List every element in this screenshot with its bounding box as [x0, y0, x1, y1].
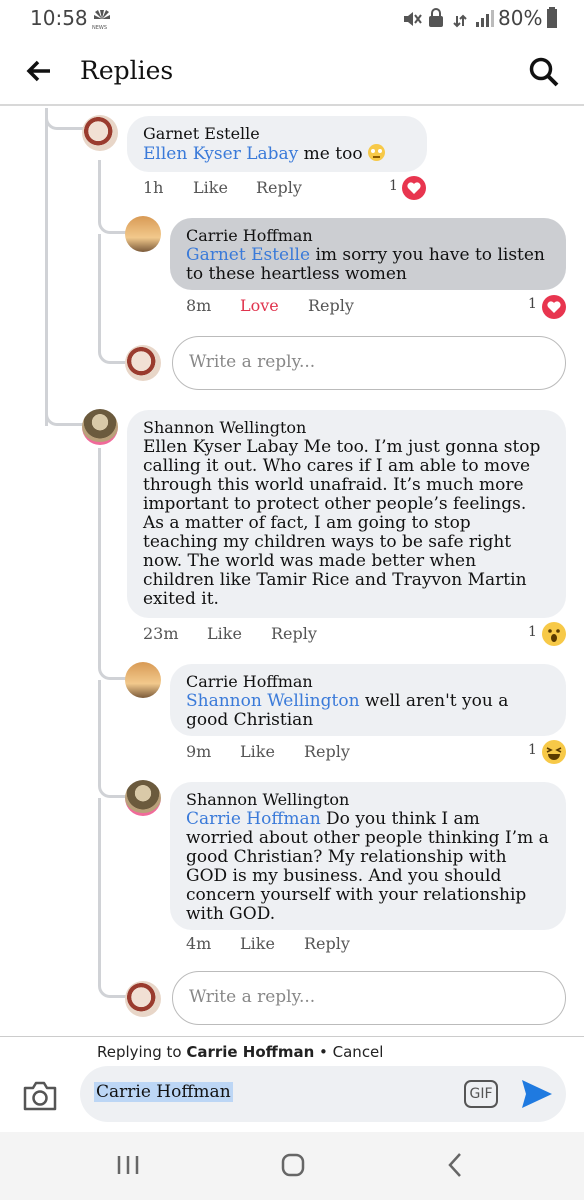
- reply-button[interactable]: Reply: [304, 742, 350, 761]
- comment-text: me too: [298, 144, 363, 164]
- wow-reaction-icon: [542, 622, 566, 646]
- reply-button[interactable]: Reply: [271, 624, 317, 643]
- comment-time: 23m: [143, 624, 179, 643]
- commenter-name[interactable]: Carrie Hoffman: [186, 672, 550, 692]
- mention-link[interactable]: Shannon Wellington: [186, 691, 360, 711]
- thread-line: [98, 448, 126, 680]
- lock-icon: [428, 8, 444, 33]
- comment-time: 4m: [186, 934, 212, 953]
- comment-time: 8m: [186, 296, 212, 315]
- status-bar: 10:58 NEWS 80%: [0, 0, 584, 36]
- like-button[interactable]: Like: [207, 624, 242, 643]
- like-button[interactable]: Like: [240, 934, 275, 953]
- comment-text: Ellen Kyser Labay Me too. I’m just gonna…: [143, 437, 541, 609]
- avatar[interactable]: [125, 780, 161, 816]
- reaction-count: 1: [528, 296, 537, 312]
- commenter-name[interactable]: Carrie Hoffman: [186, 226, 550, 246]
- comment-meta: 8m Love Reply: [186, 296, 486, 316]
- nbc-news-icon: [92, 8, 112, 26]
- header: Replies: [0, 36, 584, 106]
- composer-text[interactable]: Carrie Hoffman: [94, 1082, 233, 1102]
- comment-bubble: Shannon Wellington Ellen Kyser Labay Me …: [127, 410, 566, 618]
- write-reply-input[interactable]: Write a reply...: [172, 971, 566, 1025]
- like-button[interactable]: Like: [240, 742, 275, 761]
- gif-button[interactable]: GIF: [464, 1080, 498, 1108]
- recent-apps-icon[interactable]: [116, 1154, 140, 1180]
- data-icon: [452, 6, 468, 33]
- comment-meta: 1h Like Reply: [143, 178, 443, 198]
- send-icon[interactable]: [520, 1078, 554, 1114]
- search-icon[interactable]: [528, 56, 560, 92]
- comment-bubble: Carrie Hoffman Garnet Estelle im sorry y…: [170, 218, 566, 290]
- nbc-news-label: NEWS: [92, 25, 108, 31]
- like-button[interactable]: Like: [193, 178, 228, 197]
- comment-time: 1h: [143, 178, 164, 197]
- comment-bubble: Garnet Estelle Ellen Kyser Labay me too: [127, 116, 427, 172]
- replying-to-bar: Replying to Carrie Hoffman • Cancel: [0, 1036, 584, 1068]
- status-time: 10:58: [30, 6, 88, 30]
- battery-percent: 80%: [498, 6, 543, 30]
- mute-icon: [402, 9, 422, 33]
- mention-link[interactable]: Ellen Kyser Labay: [143, 144, 298, 164]
- comment-time: 9m: [186, 742, 212, 761]
- comment-composer[interactable]: Carrie Hoffman GIF: [80, 1066, 566, 1122]
- reply-button[interactable]: Reply: [256, 178, 302, 197]
- thread-line: [98, 798, 126, 998]
- avatar[interactable]: [125, 662, 161, 698]
- mention-link[interactable]: Garnet Estelle: [186, 245, 310, 265]
- mention-link[interactable]: Carrie Hoffman: [186, 809, 321, 829]
- comment-meta: 9m Like Reply: [186, 742, 486, 762]
- reaction-count: 1: [389, 178, 398, 194]
- comment-meta: 4m Like Reply: [186, 934, 486, 954]
- gif-label: GIF: [469, 1086, 493, 1102]
- thread-line: [45, 108, 48, 426]
- commenter-name[interactable]: Shannon Wellington: [186, 790, 550, 810]
- write-reply-input[interactable]: Write a reply...: [172, 336, 566, 390]
- comment-bubble: Shannon Wellington Carrie Hoffman Do you…: [170, 782, 566, 930]
- reaction-count: 1: [528, 742, 537, 758]
- reply-button[interactable]: Reply: [304, 934, 350, 953]
- commenter-name[interactable]: Shannon Wellington: [143, 418, 550, 438]
- avatar[interactable]: [82, 115, 118, 151]
- heart-reaction-icon: [542, 295, 566, 319]
- replying-separator: •: [314, 1043, 333, 1061]
- back-icon[interactable]: [446, 1152, 464, 1182]
- love-button[interactable]: Love: [240, 296, 279, 315]
- signal-icon: [474, 8, 494, 33]
- home-icon[interactable]: [280, 1152, 306, 1182]
- replying-name: Carrie Hoffman: [186, 1043, 315, 1061]
- thread-line: [98, 680, 126, 798]
- avatar: [125, 345, 161, 381]
- avatar[interactable]: [82, 409, 118, 445]
- replying-prefix: Replying to: [97, 1043, 187, 1061]
- haha-reaction-icon: [542, 740, 566, 764]
- reply-button[interactable]: Reply: [308, 296, 354, 315]
- eye-roll-emoji-icon: [367, 144, 385, 161]
- back-arrow-icon[interactable]: [26, 60, 52, 86]
- thread-line: [98, 234, 126, 364]
- thread-line: [45, 108, 85, 130]
- thread-line: [45, 400, 85, 426]
- page-title: Replies: [80, 56, 174, 85]
- avatar: [125, 981, 161, 1017]
- comment-meta: 23m Like Reply: [143, 624, 443, 644]
- cancel-button[interactable]: Cancel: [333, 1043, 384, 1061]
- comment-bubble: Carrie Hoffman Shannon Wellington well a…: [170, 664, 566, 736]
- battery-icon: [546, 7, 558, 34]
- heart-reaction-icon: [402, 176, 426, 200]
- commenter-name[interactable]: Garnet Estelle: [143, 124, 411, 144]
- camera-icon[interactable]: [22, 1080, 58, 1116]
- reaction-count: 1: [528, 624, 537, 640]
- thread-line: [98, 160, 126, 234]
- avatar[interactable]: [125, 216, 161, 252]
- system-nav-bar: [0, 1132, 584, 1200]
